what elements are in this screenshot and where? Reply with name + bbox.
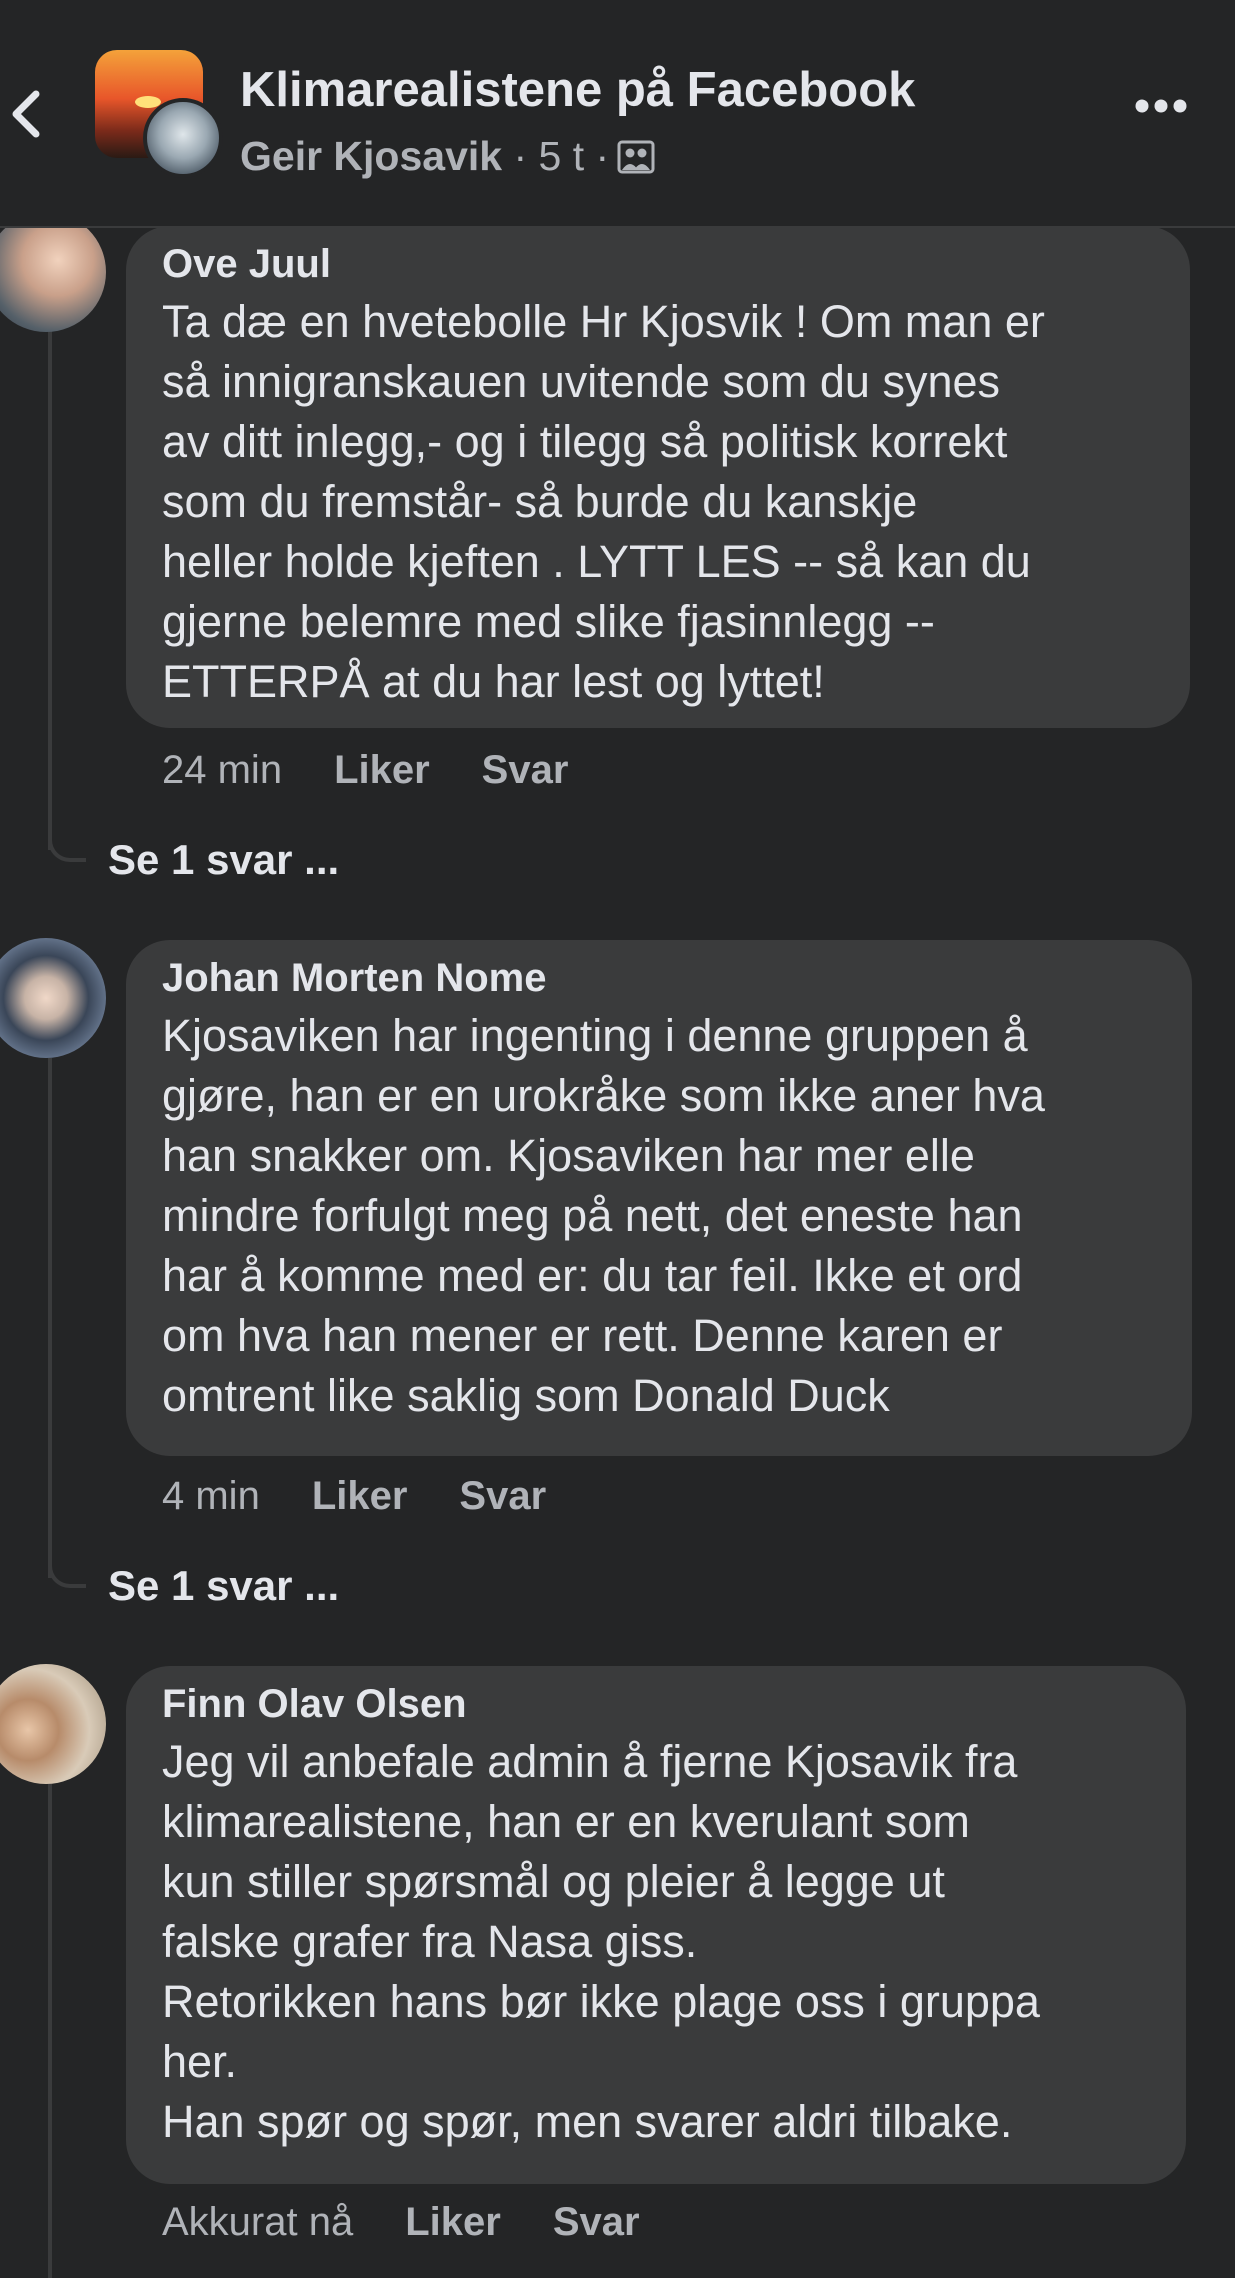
avatar[interactable] — [0, 1664, 106, 1784]
separator: · — [513, 133, 528, 179]
post-meta: Geir Kjosavik · 5 t · — [240, 133, 655, 180]
comment-text-line: Han spør og spør, men svarer aldri tilba… — [162, 2096, 1013, 2147]
chevron-left-icon[interactable] — [6, 86, 46, 142]
separator: · — [595, 133, 610, 179]
comment-text-line: så innigranskauen uvitende som du synes — [162, 356, 1001, 407]
thread-line — [48, 330, 52, 850]
comment-text-line: Ta dæ en hvetebolle Hr Kjosvik ! Om man … — [162, 296, 1045, 347]
comment-text-line: han snakker om. Kjosaviken har mer elle — [162, 1130, 975, 1181]
comment-text-line: ETTERPÅ at du har lest og lyttet! — [162, 656, 825, 707]
like-button[interactable]: Liker — [405, 2200, 501, 2245]
comment-text-line: har å komme med er: du tar feil. Ikke et… — [162, 1250, 1023, 1301]
thread-line — [48, 1556, 86, 1588]
comment-actions: 24 min Liker Svar — [162, 748, 568, 793]
comment-text-line: av ditt inlegg,- og i tilegg så politisk… — [162, 416, 1008, 467]
comment-text-line: Jeg vil anbefale admin å fjerne Kjosavik… — [162, 1736, 1018, 1787]
comment-text-line: omtrent like saklig som Donald Duck — [162, 1370, 890, 1421]
comment-bubble[interactable]: Ove Juul Ta dæ en hvetebolle Hr Kjosvik … — [126, 226, 1190, 728]
comment-author[interactable]: Finn Olav Olsen — [162, 1676, 1150, 1732]
comment-author[interactable]: Ove Juul — [162, 236, 1154, 292]
thread-line — [48, 1058, 52, 1578]
thread-line — [48, 830, 86, 862]
comment-bubble[interactable]: Finn Olav Olsen Jeg vil anbefale admin å… — [126, 1666, 1186, 2184]
comment-actions: Akkurat nå Liker Svar — [162, 2200, 640, 2245]
comment-time: Akkurat nå — [162, 2200, 354, 2244]
comment-text: Jeg vil anbefale admin å fjerne Kjosavik… — [162, 1732, 1150, 2152]
comment-text-line: Retorikken hans bør ikke plage oss i gru… — [162, 1976, 1040, 2027]
reply-button[interactable]: Svar — [482, 748, 569, 793]
poster-name[interactable]: Geir Kjosavik — [240, 133, 502, 180]
more-dots-icon[interactable] — [1134, 98, 1188, 114]
comment-text-line: Kjosaviken har ingenting i denne gruppen… — [162, 1010, 1028, 1061]
comment-time: 4 min — [162, 1474, 260, 1518]
see-replies-link[interactable]: Se 1 svar ... — [108, 1562, 339, 1610]
reply-button[interactable]: Svar — [553, 2200, 640, 2245]
thread-line — [48, 1784, 52, 2278]
comment-text-line: falske grafer fra Nasa giss. — [162, 1916, 698, 1967]
comment-time: 24 min — [162, 748, 283, 792]
comment-text: Ta dæ en hvetebolle Hr Kjosvik ! Om man … — [162, 292, 1154, 712]
comment-author[interactable]: Johan Morten Nome — [162, 950, 1156, 1006]
comment-text-line: gjøre, han er en urokråke som ikke aner … — [162, 1070, 1045, 1121]
like-button[interactable]: Liker — [312, 1474, 408, 1519]
comment-text-line: heller holde kjeften . LYTT LES -- så ka… — [162, 536, 1031, 587]
comment-text-line: mindre forfulgt meg på nett, det eneste … — [162, 1190, 1023, 1241]
avatar[interactable] — [0, 212, 106, 332]
comment-actions: 4 min Liker Svar — [162, 1474, 546, 1519]
avatar[interactable] — [0, 938, 106, 1058]
group-icon — [617, 140, 655, 173]
top-bar: Klimarealistene på Facebook Geir Kjosavi… — [0, 0, 1235, 228]
comment-text-line: gjerne belemre med slike fjasinnlegg -- — [162, 596, 935, 647]
comment-text-line: klimarealistene, han er en kverulant som — [162, 1796, 970, 1847]
comment-text-line: her. — [162, 2036, 238, 2087]
like-button[interactable]: Liker — [334, 748, 430, 793]
post-time: 5 t — [538, 133, 585, 179]
comment-text-line: om hva han mener er rett. Denne karen er — [162, 1310, 1003, 1361]
comment-bubble[interactable]: Johan Morten Nome Kjosaviken har ingenti… — [126, 940, 1192, 1456]
reply-button[interactable]: Svar — [459, 1474, 546, 1519]
poster-avatar[interactable] — [143, 98, 223, 178]
see-replies-link[interactable]: Se 1 svar ... — [108, 836, 339, 884]
comment-text-line: som du fremstår- så burde du kanskje — [162, 476, 918, 527]
group-title[interactable]: Klimarealistene på Facebook — [240, 62, 915, 118]
comment-text: Kjosaviken har ingenting i denne gruppen… — [162, 1006, 1156, 1426]
comment-text-line: kun stiller spørsmål og pleier å legge u… — [162, 1856, 945, 1907]
